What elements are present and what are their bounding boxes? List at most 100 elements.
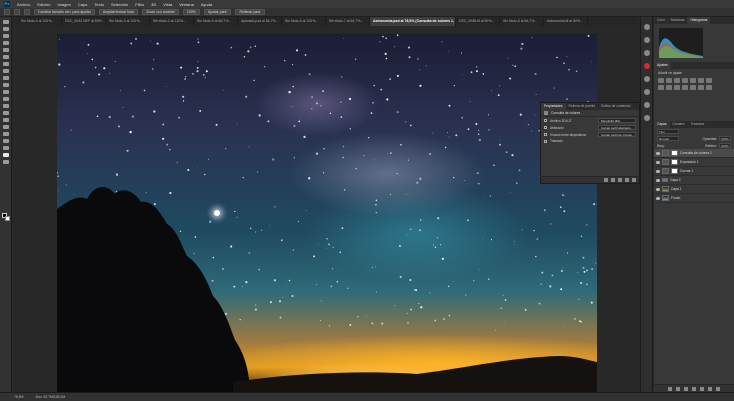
crop-tool-icon[interactable] — [2, 48, 9, 52]
new-group-icon[interactable] — [700, 386, 704, 391]
curves-icon[interactable] — [674, 78, 680, 83]
eyedropper-tool-icon[interactable] — [2, 55, 9, 59]
document-tab[interactable]: Sin título-6 al 100%... — [282, 17, 326, 26]
resize-windows-checkbox[interactable]: Cambiar tamaño ven. para ajustar — [34, 9, 95, 15]
tab-muestras[interactable]: Muestras — [668, 17, 688, 24]
path-select-tool-icon[interactable] — [2, 132, 9, 136]
zoom-in-icon[interactable] — [14, 9, 20, 15]
brightness-contrast-icon[interactable] — [658, 78, 664, 83]
visibility-icon[interactable] — [625, 178, 629, 182]
channel-mixer-icon[interactable] — [674, 85, 680, 90]
fill-screen-button[interactable]: Rellenar pant. — [235, 9, 266, 15]
paragraph-panel-icon[interactable] — [643, 76, 650, 82]
layer-row[interactable]: Capa 2 — [654, 176, 734, 185]
brush-settings-icon[interactable] — [643, 50, 650, 56]
zoom-tool-selected-icon[interactable] — [2, 153, 9, 157]
menu-vista[interactable]: Vista — [163, 2, 172, 7]
row-checkbox[interactable] — [544, 119, 547, 122]
row-checkbox[interactable] — [544, 139, 547, 143]
eraser-tool-icon[interactable] — [2, 90, 9, 94]
history-panel-icon[interactable] — [643, 24, 650, 30]
layer-row[interactable]: Exposición 1 — [654, 158, 734, 167]
tab-estilos[interactable]: Estilos de contenido — [598, 103, 634, 110]
document-tab-active[interactable]: Astronomia.psd al 76,5% (Consulta de col… — [370, 17, 456, 26]
brush-tool-icon[interactable] — [2, 69, 9, 73]
gradient-tool-icon[interactable] — [2, 97, 9, 101]
document-canvas[interactable] — [57, 34, 597, 392]
tab-histograma[interactable]: Histograma — [687, 17, 711, 24]
row-select[interactable]: Cargar perfil de vínculo... — [598, 132, 636, 137]
document-tab[interactable]: Sin título-5 al 66,7%... — [194, 17, 238, 26]
libraries-panel-icon[interactable] — [643, 63, 650, 69]
document-tab[interactable]: Aplicado.psd al 66,7%... — [238, 17, 282, 26]
document-tab[interactable]: Sin título-7 al 66,7%... — [326, 17, 370, 26]
zoom-all-windows-checkbox[interactable]: Ampliar/reducir todo — [98, 9, 139, 15]
eye-icon[interactable] — [656, 196, 660, 200]
photo-filter-icon[interactable] — [666, 85, 672, 90]
menu-filtro[interactable]: Filtro — [135, 2, 144, 7]
zoom-level[interactable]: 76,5% — [14, 395, 24, 399]
healing-brush-tool-icon[interactable] — [2, 62, 9, 66]
eye-icon[interactable] — [656, 160, 660, 164]
menu-ventana[interactable]: Ventana — [179, 2, 194, 7]
background-color-swatch[interactable] — [5, 216, 10, 221]
document-tab[interactable]: Sin título-4 al 100%... — [18, 17, 62, 26]
view-previous-icon[interactable] — [611, 178, 615, 182]
menu-archivo[interactable]: Archivo — [17, 2, 30, 7]
layer-row[interactable]: Curvas 1 — [654, 167, 734, 176]
eye-icon[interactable] — [656, 178, 660, 182]
clip-layer-icon[interactable] — [604, 178, 608, 182]
color-lookup-icon[interactable] — [682, 85, 688, 90]
tab-rellena[interactable]: Rellena de parrilla — [566, 103, 599, 110]
document-tab[interactable]: Sin título-8 al 66,7%... — [500, 17, 544, 26]
document-tab[interactable]: Sin título-2 al 112%... — [150, 17, 194, 26]
layer-mask-thumb[interactable] — [671, 150, 678, 156]
threshold-icon[interactable] — [706, 85, 712, 90]
eye-icon[interactable] — [656, 169, 660, 173]
row-checkbox[interactable] — [544, 133, 547, 136]
menu-texto[interactable]: Texto — [94, 2, 104, 7]
zoom-100-button[interactable]: 100% — [182, 9, 200, 15]
trash-icon[interactable] — [716, 386, 720, 391]
tab-color[interactable]: Color — [654, 17, 668, 24]
row-select[interactable]: Moonlight.3DL — [598, 118, 636, 123]
actions-panel-icon[interactable] — [643, 115, 650, 121]
tab-propiedades[interactable]: Propiedades — [541, 103, 566, 110]
move-tool-icon[interactable] — [2, 20, 9, 24]
lasso-tool-icon[interactable] — [2, 34, 9, 38]
new-adjustment-icon[interactable] — [692, 386, 696, 391]
layer-row[interactable]: Fondo — [654, 194, 734, 203]
posterize-icon[interactable] — [698, 85, 704, 90]
zoom-out-icon[interactable] — [24, 9, 30, 15]
pen-tool-icon[interactable] — [2, 118, 9, 122]
row-select[interactable]: Cargar perfil abstracto... — [598, 125, 636, 130]
black-white-icon[interactable] — [658, 85, 664, 90]
glyphs-panel-icon[interactable] — [643, 102, 650, 108]
menu-imagen[interactable]: Imagen — [57, 2, 70, 7]
zoom-tool-icon[interactable] — [4, 9, 10, 15]
tab-ajustes[interactable]: Ajustes — [654, 62, 671, 69]
layer-mask-thumb[interactable] — [671, 168, 678, 174]
character-panel-icon[interactable] — [643, 89, 650, 95]
blend-mode-select[interactable]: Normal — [657, 136, 679, 141]
marquee-tool-icon[interactable] — [2, 27, 9, 31]
document-tab[interactable]: DSC_0042.NEF al 50%... — [62, 17, 106, 26]
invert-icon[interactable] — [690, 85, 696, 90]
tab-capas[interactable]: Capas — [654, 121, 670, 128]
menu-3d[interactable]: 3D — [151, 2, 156, 7]
blur-tool-icon[interactable] — [2, 104, 9, 108]
new-layer-icon[interactable] — [708, 386, 712, 391]
fill-input[interactable]: 100% — [719, 143, 731, 148]
quick-select-tool-icon[interactable] — [2, 41, 9, 45]
add-mask-icon[interactable] — [684, 386, 688, 391]
more-tools-icon[interactable] — [2, 160, 9, 164]
tab-trazados[interactable]: Trazados — [688, 121, 708, 128]
eye-icon[interactable] — [656, 187, 660, 191]
hue-saturation-icon[interactable] — [698, 78, 704, 83]
exposure-icon[interactable] — [682, 78, 688, 83]
link-layers-icon[interactable] — [668, 386, 672, 391]
document-tab[interactable]: Astronomia.tif al 50%... — [544, 17, 588, 26]
tab-canales[interactable]: Canales — [670, 121, 688, 128]
type-tool-icon[interactable] — [2, 125, 9, 129]
history-brush-tool-icon[interactable] — [2, 83, 9, 87]
